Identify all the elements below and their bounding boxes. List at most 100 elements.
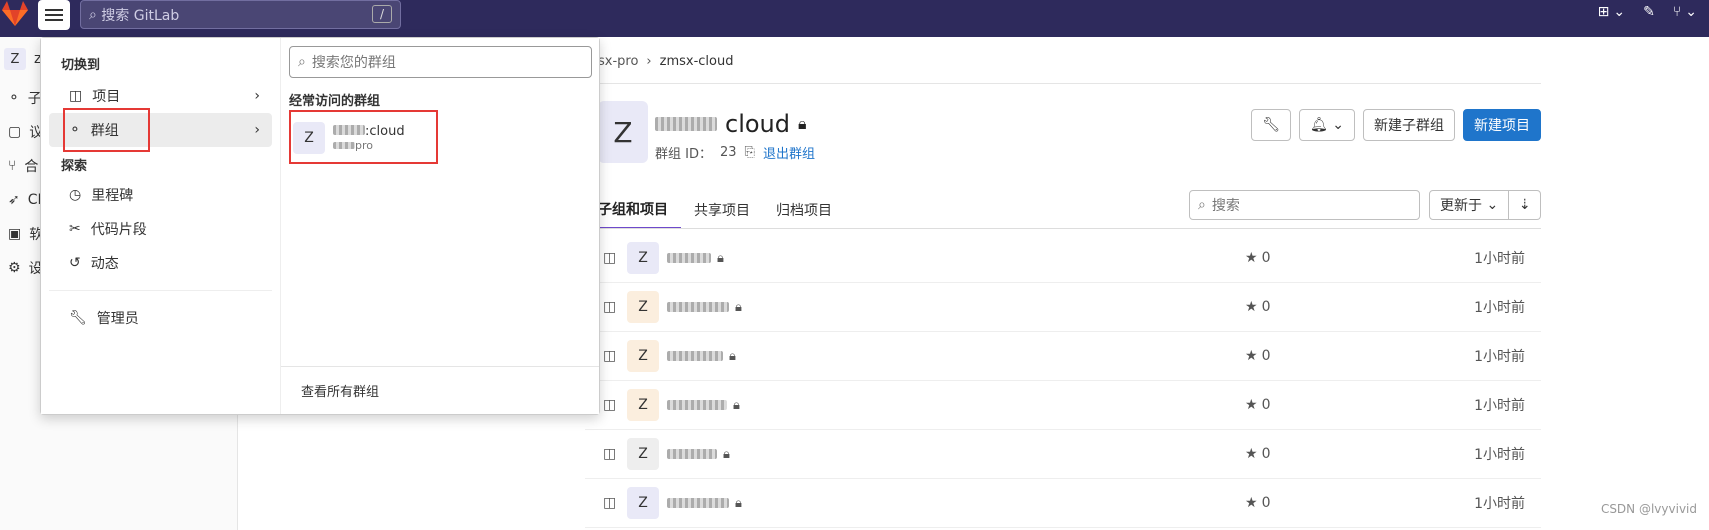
redacted-text <box>667 351 723 361</box>
sort-controls: 更新于 ⌄ ⇣ <box>1429 190 1542 220</box>
lock-icon: 🔒︎ <box>723 446 730 462</box>
sort-lowest-icon: ⇣ <box>1518 197 1531 213</box>
new-project-button[interactable]: 新建项目 <box>1463 109 1541 141</box>
breadcrumb-current[interactable]: zmsx-cloud <box>660 54 734 69</box>
menu-item-activity[interactable]: ↺ 动态 <box>49 246 272 280</box>
new-subgroup-button[interactable]: 新建子群组 <box>1363 109 1455 141</box>
sort-dropdown[interactable]: 更新于 ⌄ <box>1429 190 1510 220</box>
group-id-label: 群组 ID： <box>655 147 712 162</box>
chevron-right-icon: › <box>254 88 260 104</box>
star-icon: ★ <box>1245 299 1258 315</box>
menu-item-label: 管理员 <box>96 311 139 327</box>
row-name[interactable]: 🔒︎ <box>667 496 742 511</box>
highlight-box-frequent-group <box>289 110 438 164</box>
row-avatar: Z <box>627 340 659 372</box>
lock-icon: 🔒︎ <box>735 299 742 315</box>
table-row[interactable]: ◫ Z 🔒︎ ★ 0 1小时前 <box>585 283 1541 332</box>
table-row[interactable]: ◫ Z 🔒︎ ★ 0 1小时前 <box>585 430 1541 479</box>
row-name[interactable]: 🔒︎ <box>667 398 740 413</box>
table-row[interactable]: ◫ Z 🔒︎ ★ 0 1小时前 <box>585 332 1541 381</box>
group-id-value: 23 <box>719 145 737 160</box>
menu-item-admin[interactable]: 🔧︎ 管理员 <box>49 301 272 335</box>
gitlab-logo-icon[interactable] <box>0 0 30 30</box>
watermark: CSDN @lvyvivid <box>1600 502 1697 516</box>
search-placeholder: 搜索 GitLab <box>101 7 180 24</box>
issues-icon: ▢ <box>8 124 22 140</box>
row-stars: ★ 0 <box>1245 446 1270 462</box>
issues-button[interactable]: ✎ <box>1643 4 1655 20</box>
row-avatar: Z <box>627 487 659 519</box>
filter-placeholder: 搜索 <box>1211 198 1240 214</box>
bell-icon: 🔔︎ <box>1310 117 1328 133</box>
row-name[interactable]: 🔒︎ <box>667 447 730 462</box>
chevron-down-icon: ⌄ <box>1332 117 1344 133</box>
row-updated-time: 1小时前 <box>1474 349 1525 365</box>
leave-group-link[interactable]: 退出群组 <box>763 143 815 162</box>
star-count: 0 <box>1261 250 1271 266</box>
create-new-button[interactable]: ⊞ ⌄ <box>1598 4 1625 20</box>
subgroup-icon: ◫ <box>603 348 617 364</box>
subgroup-icon: ◫ <box>603 397 617 413</box>
tab-shared-projects[interactable]: 共享项目 <box>681 190 763 229</box>
table-row[interactable]: ◫ Z 🔒︎ ★ 0 1小时前 <box>585 479 1541 528</box>
clock-icon: ◷ <box>69 187 82 203</box>
menu-item-label: 动态 <box>90 256 119 272</box>
subgroup-icon: ◫ <box>603 299 617 315</box>
lock-icon: 🔒︎ <box>735 495 742 511</box>
sidebar-group-avatar: Z <box>4 48 26 70</box>
tab-archived-projects[interactable]: 归档项目 <box>763 190 845 229</box>
merge-requests-button[interactable]: ⑂ ⌄ <box>1673 4 1697 20</box>
row-name[interactable]: 🔒︎ <box>667 251 724 266</box>
settings-wrench-button[interactable]: 🔧︎ <box>1251 109 1292 141</box>
row-updated-time: 1小时前 <box>1474 447 1525 463</box>
plus-square-icon: ⊞ <box>1597 4 1610 20</box>
top-navbar: ⌕ 搜索 GitLab / ⊞ ⌄ ✎ ⑂ ⌄ <box>0 0 1709 37</box>
projects-list: ◫ Z 🔒︎ ★ 0 1小时前 ◫ Z 🔒︎ ★ 0 1小时前 ◫ Z 🔒︎ ★ 0 1小时前 ◫ Z 🔒︎ ★ 0 1小时前… <box>585 234 1541 528</box>
star-count: 0 <box>1261 299 1271 315</box>
search-icon: ⌕ <box>298 54 306 70</box>
sidebar-item-label: 合 <box>24 159 39 175</box>
filter-search-input[interactable]: ⌕ 搜索 <box>1189 190 1420 220</box>
search-shortcut-hint: / <box>372 5 392 23</box>
menu-item-label: 里程碑 <box>91 188 134 204</box>
breadcrumb: sx-pro › zmsx-cloud <box>598 54 733 69</box>
lock-icon: 🔒︎ <box>733 397 740 413</box>
group-search-input[interactable]: ⌕ 搜索您的群组 <box>289 46 592 78</box>
row-avatar: Z <box>627 291 659 323</box>
highlight-box-groups <box>63 108 150 152</box>
row-stars: ★ 0 <box>1245 299 1270 315</box>
switch-heading: 切换到 <box>61 58 101 73</box>
dropdown-right-panel: ⌕ 搜索您的群组 经常访问的群组 Z :cloud pro 查看所有群组 <box>281 38 599 414</box>
group-tabs: 子组和项目 共享项目 归档项目 <box>585 190 845 229</box>
notifications-button[interactable]: 🔔︎ ⌄ <box>1299 109 1355 141</box>
table-row[interactable]: ◫ Z 🔒︎ ★ 0 1小时前 <box>585 234 1541 283</box>
tabs-divider <box>585 228 1541 229</box>
search-icon: ⌕ <box>89 6 97 23</box>
global-search-input[interactable]: ⌕ 搜索 GitLab / <box>80 0 401 29</box>
menu-divider <box>49 290 272 291</box>
breadcrumb-parent[interactable]: sx-pro <box>598 54 638 69</box>
star-count: 0 <box>1261 495 1271 511</box>
table-row[interactable]: ◫ Z 🔒︎ ★ 0 1小时前 <box>585 381 1541 430</box>
menu-item-milestones[interactable]: ◷ 里程碑 <box>49 178 272 212</box>
history-icon: ↺ <box>69 255 81 271</box>
group-meta: 群组 ID： 23 ⎘ 退出群组 <box>655 143 815 162</box>
row-avatar: Z <box>627 389 659 421</box>
row-name[interactable]: 🔒︎ <box>667 300 742 315</box>
hamburger-menu-button[interactable] <box>38 0 70 30</box>
merge-request-icon: ⑂ <box>8 158 17 174</box>
row-avatar: Z <box>627 242 659 274</box>
chevron-right-icon: › <box>254 122 260 138</box>
view-all-groups-link[interactable]: 查看所有群组 <box>301 381 379 400</box>
copy-icon[interactable]: ⎘ <box>745 145 755 160</box>
sort-direction-button[interactable]: ⇣ <box>1509 190 1542 220</box>
redacted-text <box>667 400 727 410</box>
menu-item-snippets[interactable]: ✂ 代码片段 <box>49 212 272 246</box>
chevron-down-icon: ⌄ <box>1486 197 1499 213</box>
scissors-icon: ✂ <box>69 221 81 237</box>
group-title-suffix: cloud <box>725 110 790 138</box>
row-name[interactable]: 🔒︎ <box>667 349 736 364</box>
package-icon: ▣ <box>8 226 22 242</box>
row-updated-time: 1小时前 <box>1474 496 1525 512</box>
row-stars: ★ 0 <box>1245 495 1270 511</box>
